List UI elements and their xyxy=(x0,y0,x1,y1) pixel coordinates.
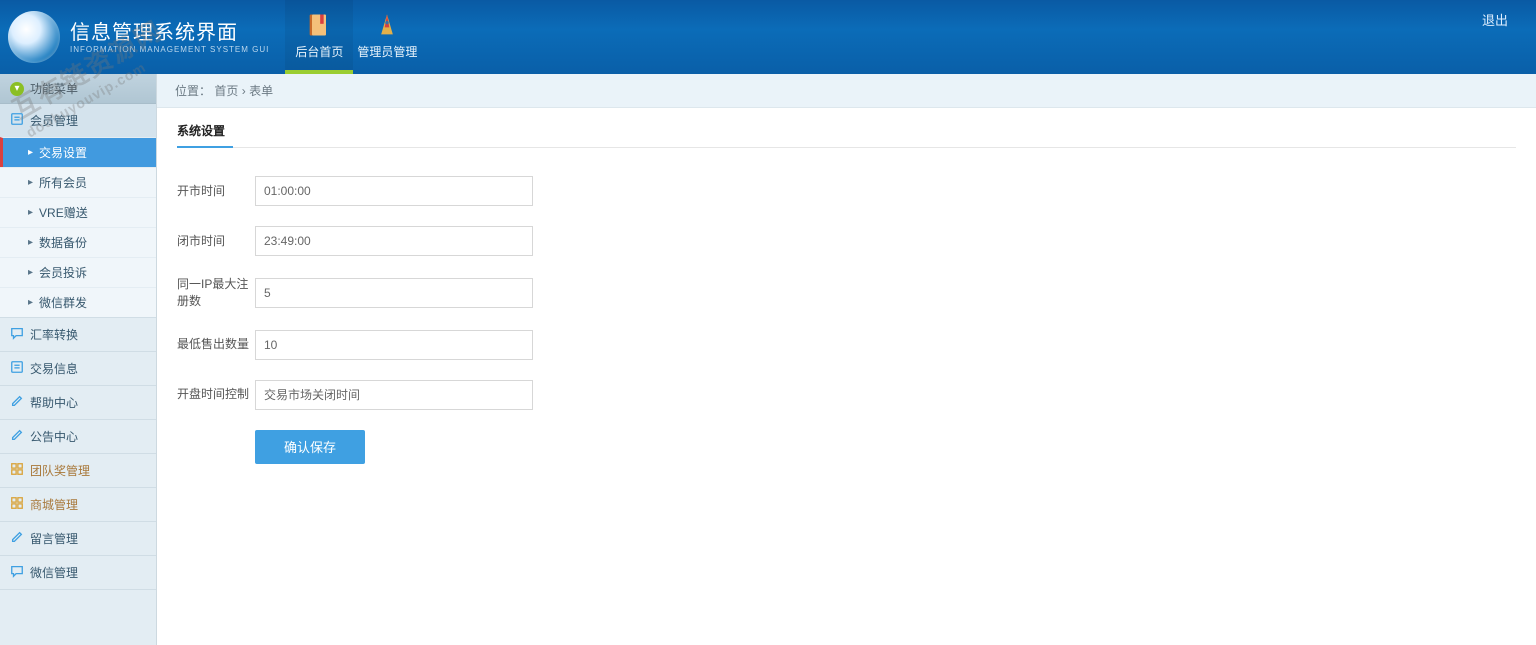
sidebar-item-help[interactable]: 帮助中心 xyxy=(0,386,156,419)
breadcrumb-label: 位置： xyxy=(175,84,211,98)
sidebar-subitem-label: 交易设置 xyxy=(39,144,87,161)
panel-underline xyxy=(177,146,233,148)
panel: 系统设置 开市时间 闭市时间 同一IP最大注册数 最低售出数量 开盘时间控制 xyxy=(157,108,1536,488)
main: ▾ 功能菜单 会员管理 ▸ 交易设置 ▸ 所有会员 ▸ VRE赠送 ▸ 数据备份 ▸ 会员投诉 ▸ 微信… xyxy=(0,74,1536,645)
sidebar-item-member[interactable]: 会员管理 xyxy=(0,104,156,137)
nav-admin-label: 管理员管理 xyxy=(357,43,417,60)
sidebar-item-label: 留言管理 xyxy=(30,530,78,547)
input-max-reg[interactable] xyxy=(255,278,533,308)
nav-home-label: 后台首页 xyxy=(295,43,343,60)
sidebar-subitem-complaint[interactable]: ▸ 会员投诉 xyxy=(0,257,156,287)
nav-admin[interactable]: 管理员管理 xyxy=(353,0,421,74)
arrow-icon: ▸ xyxy=(28,267,33,278)
panel-title: 系统设置 xyxy=(177,122,1516,148)
doc-icon xyxy=(10,360,24,377)
sidebar-item-wechat[interactable]: 微信管理 xyxy=(0,556,156,589)
input-open-time[interactable] xyxy=(255,176,533,206)
edit-icon xyxy=(10,394,24,411)
arrow-icon: ▸ xyxy=(28,297,33,308)
sidebar-item-label: 汇率转换 xyxy=(30,326,78,343)
grid-icon xyxy=(10,496,24,513)
sidebar-item-mall[interactable]: 商城管理 xyxy=(0,488,156,521)
sidebar-item-rate[interactable]: 汇率转换 xyxy=(0,318,156,351)
sidebar-item-trade-info[interactable]: 交易信息 xyxy=(0,352,156,385)
sidebar-subitem-vre[interactable]: ▸ VRE赠送 xyxy=(0,197,156,227)
grid-icon xyxy=(10,462,24,479)
logo: 信息管理系统界面 INFORMATION MANAGEMENT SYSTEM G… xyxy=(0,0,285,74)
save-button[interactable]: 确认保存 xyxy=(255,430,365,464)
label-open-ctrl: 开盘时间控制 xyxy=(177,386,255,403)
label-max-reg: 同一IP最大注册数 xyxy=(177,276,255,310)
arrow-icon: ▸ xyxy=(28,237,33,248)
sidebar: ▾ 功能菜单 会员管理 ▸ 交易设置 ▸ 所有会员 ▸ VRE赠送 ▸ 数据备份 ▸ 会员投诉 ▸ 微信… xyxy=(0,74,157,645)
sidebar-subitem-label: 会员投诉 xyxy=(39,264,87,281)
label-open-time: 开市时间 xyxy=(177,183,255,200)
edit-icon xyxy=(10,428,24,445)
sidebar-subitem-label: 微信群发 xyxy=(39,294,87,311)
header: 信息管理系统界面 INFORMATION MANAGEMENT SYSTEM G… xyxy=(0,0,1536,74)
panel-title-text: 系统设置 xyxy=(177,124,225,138)
sidebar-item-label: 会员管理 xyxy=(30,112,78,129)
label-min-sell: 最低售出数量 xyxy=(177,336,255,353)
sidebar-item-label: 帮助中心 xyxy=(30,394,78,411)
app-subtitle: INFORMATION MANAGEMENT SYSTEM GUI xyxy=(70,45,269,54)
sidebar-item-label: 公告中心 xyxy=(30,428,78,445)
sidebar-item-label: 团队奖管理 xyxy=(30,462,90,479)
breadcrumb: 位置： 首页 › 表单 xyxy=(157,74,1536,108)
sidebar-subitem-trade-set[interactable]: ▸ 交易设置 xyxy=(0,137,156,167)
label-close-time: 闭市时间 xyxy=(177,233,255,250)
sidebar-item-label: 交易信息 xyxy=(30,360,78,377)
row-min-sell: 最低售出数量 xyxy=(177,330,1516,360)
breadcrumb-sep: › xyxy=(242,84,246,98)
doc-icon xyxy=(10,112,24,129)
compass-icon xyxy=(373,11,401,39)
nav-home[interactable]: 后台首页 xyxy=(285,0,353,74)
book-icon xyxy=(305,11,333,39)
sidebar-item-label: 商城管理 xyxy=(30,496,78,513)
breadcrumb-current: 表单 xyxy=(249,84,273,98)
arrow-icon: ▸ xyxy=(28,207,33,218)
chat-icon xyxy=(10,326,24,343)
top-nav: 后台首页 管理员管理 xyxy=(285,0,421,74)
sidebar-subitem-label: 数据备份 xyxy=(39,234,87,251)
sidebar-subitem-label: 所有会员 xyxy=(39,174,87,191)
content: 位置： 首页 › 表单 系统设置 开市时间 闭市时间 同一IP最大注册数 xyxy=(157,74,1536,645)
sidebar-subitem-wechat-mass[interactable]: ▸ 微信群发 xyxy=(0,287,156,317)
logout-link[interactable]: 退出 xyxy=(1482,10,1508,29)
sidebar-item-label: 微信管理 xyxy=(30,564,78,581)
sidebar-item-notice[interactable]: 公告中心 xyxy=(0,420,156,453)
row-max-reg: 同一IP最大注册数 xyxy=(177,276,1516,310)
edit-icon xyxy=(10,530,24,547)
arrow-icon: ▸ xyxy=(28,177,33,188)
sidebar-head-label: 功能菜单 xyxy=(30,80,78,97)
row-close-time: 闭市时间 xyxy=(177,226,1516,256)
breadcrumb-home[interactable]: 首页 xyxy=(214,84,238,98)
input-open-ctrl[interactable] xyxy=(255,380,533,410)
sidebar-item-team[interactable]: 团队奖管理 xyxy=(0,454,156,487)
chat-icon xyxy=(10,564,24,581)
app-title: 信息管理系统界面 xyxy=(70,21,269,45)
sidebar-subitem-all-member[interactable]: ▸ 所有会员 xyxy=(0,167,156,197)
input-close-time[interactable] xyxy=(255,226,533,256)
input-min-sell[interactable] xyxy=(255,330,533,360)
collapse-icon[interactable]: ▾ xyxy=(10,82,24,96)
row-open-ctrl: 开盘时间控制 xyxy=(177,380,1516,410)
arrow-icon: ▸ xyxy=(28,147,33,158)
logo-icon xyxy=(8,11,60,63)
row-open-time: 开市时间 xyxy=(177,176,1516,206)
sidebar-subitem-backup[interactable]: ▸ 数据备份 xyxy=(0,227,156,257)
sidebar-head: ▾ 功能菜单 xyxy=(0,74,156,104)
sidebar-subitem-label: VRE赠送 xyxy=(39,204,88,221)
sidebar-item-message[interactable]: 留言管理 xyxy=(0,522,156,555)
